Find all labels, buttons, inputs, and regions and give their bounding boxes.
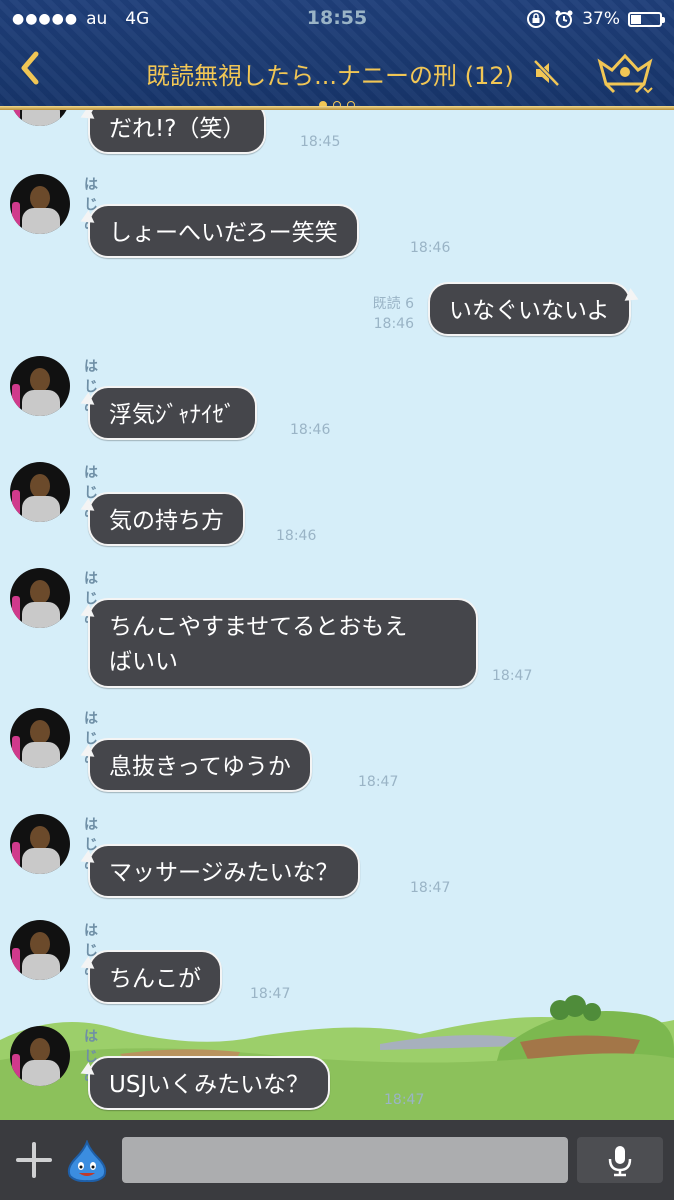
message-time: 18:47 — [492, 668, 533, 684]
message-bubble[interactable]: マッサージみたいな？ — [88, 844, 360, 898]
status-bar: ●●●●● au 4G 18:55 37% — [0, 0, 674, 38]
battery-percent: 37% — [582, 9, 620, 29]
message-bubble[interactable]: 浮気ｼﾞｬﾅｲｾﾞ — [88, 386, 257, 440]
message-text: ちんこやすませてるとおもえ — [109, 614, 408, 640]
voice-button[interactable] — [577, 1137, 663, 1183]
chat-area[interactable]: だれ!?（笑） 18:45 はじめ しょーへいだろー笑笑 18:46 既読 6 … — [0, 110, 674, 1120]
message-text: しょーへいだろー笑笑 — [109, 220, 338, 246]
chat-title[interactable]: 既読無視したら...ナニーの刑 (12) — [110, 56, 550, 91]
speaker-muted-icon[interactable] — [532, 58, 562, 88]
message-time: 18:47 — [384, 1092, 425, 1108]
message-text: だれ!?（笑） — [109, 116, 246, 142]
message-bubble[interactable]: USJいくみたいな？ — [88, 1056, 331, 1110]
message-time: 18:46 — [290, 422, 331, 438]
avatar[interactable] — [10, 568, 70, 628]
sticker-button[interactable] — [64, 1139, 110, 1186]
message-time: 18:46 — [276, 528, 317, 544]
message-text: ちんこが — [109, 966, 201, 992]
avatar[interactable] — [10, 110, 70, 126]
message-input-bar — [0, 1120, 674, 1200]
message-text: マッサージみたいな？ — [109, 860, 339, 886]
avatar[interactable] — [10, 462, 70, 522]
message-text: いなぐいないよ — [449, 298, 610, 324]
back-button[interactable] — [18, 50, 42, 95]
rotation-lock-icon — [527, 10, 546, 28]
message-time: 18:45 — [300, 134, 341, 150]
message-time: 18:47 — [410, 880, 451, 896]
avatar[interactable] — [10, 920, 70, 980]
message-text: USJいくみたいな？ — [109, 1072, 310, 1098]
message-text: 息抜きってゆうか — [109, 754, 291, 780]
message-time: 18:47 — [358, 774, 399, 790]
slime-icon — [67, 1139, 107, 1183]
chat-header: ●●●●● au 4G 18:55 37% 既読無視したら...ナニーの刑 (1… — [0, 0, 674, 110]
alarm-icon — [555, 10, 573, 28]
message-bubble[interactable]: だれ!?（笑） — [88, 110, 267, 154]
avatar[interactable] — [10, 174, 70, 234]
read-receipt: 既読 6 18:46 — [360, 294, 414, 334]
chevron-left-icon — [21, 51, 39, 85]
battery-icon — [628, 11, 665, 27]
add-button[interactable] — [14, 1140, 54, 1187]
avatar[interactable] — [10, 1026, 70, 1086]
message-text: 浮気ｼﾞｬﾅｲｾﾞ — [109, 402, 236, 428]
message-time: 18:46 — [410, 240, 451, 256]
crest-icon — [597, 53, 653, 94]
read-count: 既読 6 — [372, 296, 414, 312]
message-time: 18:46 — [373, 316, 414, 332]
message-bubble[interactable]: いなぐいないよ — [428, 282, 631, 336]
message-bubble[interactable]: ちんこが — [88, 950, 222, 1004]
avatar[interactable] — [10, 356, 70, 416]
message-text: ばいい — [109, 649, 178, 675]
message-time: 18:47 — [250, 986, 291, 1002]
message-bubble[interactable]: ちんこやすませてるとおもえ ばいい — [88, 598, 478, 688]
message-bubble[interactable]: 息抜きってゆうか — [88, 738, 312, 792]
message-text: 気の持ち方 — [109, 508, 224, 534]
message-input[interactable] — [122, 1137, 568, 1183]
microphone-icon — [608, 1146, 632, 1177]
avatar[interactable] — [10, 814, 70, 874]
message-bubble[interactable]: 気の持ち方 — [88, 492, 245, 546]
message-bubble[interactable]: しょーへいだろー笑笑 — [88, 204, 359, 258]
menu-button[interactable] — [594, 52, 656, 100]
plus-icon — [16, 1142, 52, 1178]
avatar[interactable] — [10, 708, 70, 768]
